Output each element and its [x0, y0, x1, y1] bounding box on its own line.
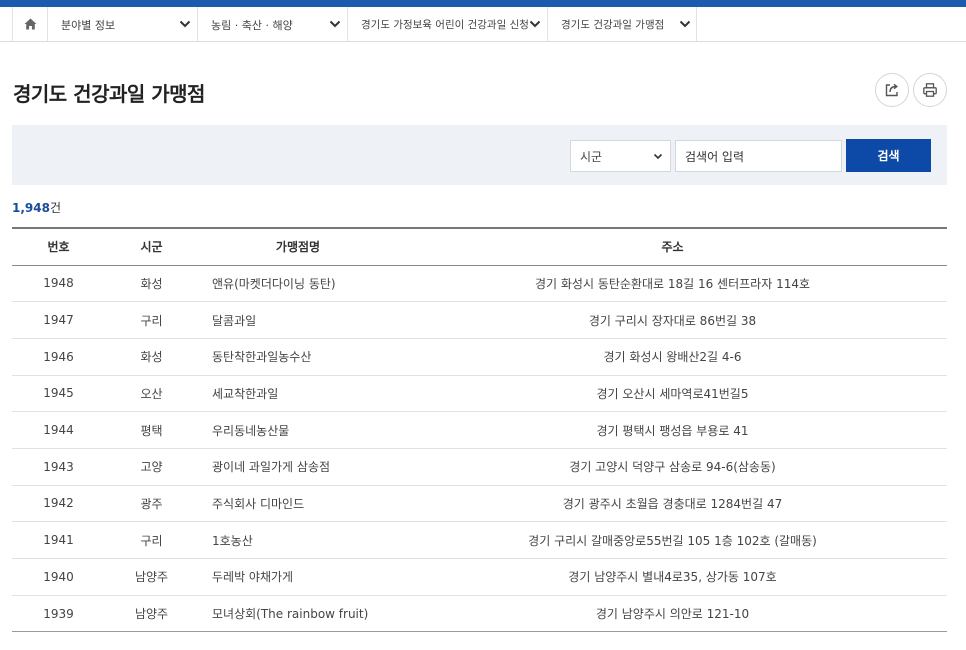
table-row: 1945 오산 세교착한과일 경기 오산시 세마역로41번길5 — [12, 375, 947, 413]
cell-region: 화성 — [105, 265, 198, 303]
table-row: 1947 구리 달콤과일 경기 구리시 장자대로 86번길 38 — [12, 301, 947, 339]
table-row: 1940 남양주 두레박 야채가게 경기 남양주시 별내4로35, 상가동 10… — [12, 558, 947, 596]
chevron-down-icon — [329, 20, 341, 28]
cell-no: 1942 — [12, 485, 105, 523]
cell-no: 1939 — [12, 595, 105, 633]
print-button[interactable] — [913, 73, 947, 107]
col-header-address: 주소 — [398, 227, 947, 266]
cell-address: 경기 남양주시 의안로 121-10 — [398, 595, 947, 633]
breadcrumb: 분야별 정보 농림 · 축산 · 해양 경기도 가정보육 어린이 건강과일 신청… — [0, 7, 966, 42]
cell-address: 경기 오산시 세마역로41번길5 — [398, 375, 947, 413]
store-table: 번호 시군 가맹점명 주소 1948 화성 앤유(마켓더다이닝 동탄) 경기 화… — [12, 227, 947, 633]
home-icon — [24, 18, 36, 30]
cell-no: 1941 — [12, 521, 105, 559]
cell-address: 경기 남양주시 별내4로35, 상가동 107호 — [398, 558, 947, 596]
search-input[interactable]: 검색어 입력 — [675, 140, 842, 172]
table-row: 1944 평택 우리동네농산물 경기 평택시 팽성읍 부용로 41 — [12, 411, 947, 449]
page-title: 경기도 건강과일 가맹점 — [13, 82, 205, 106]
share-button[interactable] — [875, 73, 909, 107]
cell-region: 구리 — [105, 301, 198, 339]
cell-region: 평택 — [105, 411, 198, 449]
cell-region: 남양주 — [105, 595, 198, 633]
col-header-no: 번호 — [12, 227, 105, 266]
col-header-name: 가맹점명 — [198, 227, 398, 266]
col-header-region: 시군 — [105, 227, 198, 266]
cell-address: 경기 화성시 왕배산2길 4-6 — [398, 338, 947, 376]
cell-address: 경기 광주시 초월읍 경충대로 1284번길 47 — [398, 485, 947, 523]
table-row: 1942 광주 주식회사 디마인드 경기 광주시 초월읍 경충대로 1284번길… — [12, 485, 947, 523]
cell-region: 화성 — [105, 338, 198, 376]
region-select-value: 시군 — [580, 149, 603, 164]
cell-address: 경기 구리시 갈매중앙로55번길 105 1층 102호 (갈매동) — [398, 521, 947, 559]
breadcrumb-home[interactable] — [12, 7, 48, 41]
cell-store-name: 동탄착한과일농수산 — [198, 338, 398, 376]
cell-store-name: 주식회사 디마인드 — [198, 485, 398, 523]
chevron-down-icon — [679, 20, 691, 28]
result-count: 1,948건 — [12, 199, 61, 216]
search-input-value: 검색어 입력 — [685, 149, 745, 164]
cell-store-name: 달콤과일 — [198, 301, 398, 339]
share-icon — [885, 83, 898, 97]
top-accent-bar — [0, 0, 966, 7]
chevron-down-icon — [653, 153, 663, 160]
cell-region: 남양주 — [105, 558, 198, 596]
cell-region: 구리 — [105, 521, 198, 559]
breadcrumb-label: 분야별 정보 — [61, 19, 116, 32]
breadcrumb-item-category[interactable]: 분야별 정보 — [48, 7, 198, 41]
cell-region: 고양 — [105, 448, 198, 486]
table-row: 1941 구리 1호농산 경기 구리시 갈매중앙로55번길 105 1층 102… — [12, 521, 947, 559]
chevron-down-icon — [179, 20, 191, 28]
breadcrumb-label: 농림 · 축산 · 해양 — [211, 19, 293, 32]
cell-store-name: 광이네 과일가게 삼송점 — [198, 448, 398, 486]
print-icon — [923, 83, 937, 97]
cell-address: 경기 화성시 동탄순환대로 18길 16 센터프라자 114호 — [398, 265, 947, 303]
cell-region: 오산 — [105, 375, 198, 413]
breadcrumb-label: 경기도 가정보육 어린이 건강과일 신청 — [361, 19, 529, 31]
cell-store-name: 우리동네농산물 — [198, 411, 398, 449]
cell-address: 경기 구리시 장자대로 86번길 38 — [398, 301, 947, 339]
cell-address: 경기 평택시 팽성읍 부용로 41 — [398, 411, 947, 449]
search-button[interactable]: 검색 — [846, 139, 931, 172]
breadcrumb-item-field[interactable]: 농림 · 축산 · 해양 — [198, 7, 348, 41]
cell-no: 1944 — [12, 411, 105, 449]
cell-store-name: 두레박 야채가게 — [198, 558, 398, 596]
table-header-row: 번호 시군 가맹점명 주소 — [12, 227, 947, 266]
cell-no: 1946 — [12, 338, 105, 376]
cell-no: 1940 — [12, 558, 105, 596]
table-row: 1948 화성 앤유(마켓더다이닝 동탄) 경기 화성시 동탄순환대로 18길 … — [12, 265, 947, 303]
chevron-down-icon — [529, 20, 541, 28]
cell-no: 1948 — [12, 265, 105, 303]
region-select[interactable]: 시군 — [570, 140, 671, 172]
cell-no: 1945 — [12, 375, 105, 413]
cell-store-name: 세교착한과일 — [198, 375, 398, 413]
table-row: 1939 남양주 모녀상회(The rainbow fruit) 경기 남양주시… — [12, 595, 947, 633]
breadcrumb-item-service[interactable]: 경기도 가정보육 어린이 건강과일 신청 — [348, 7, 548, 41]
result-count-number: 1,948 — [12, 201, 50, 215]
table-row: 1943 고양 광이네 과일가게 삼송점 경기 고양시 덕양구 삼송로 94-6… — [12, 448, 947, 486]
table-row: 1946 화성 동탄착한과일농수산 경기 화성시 왕배산2길 4-6 — [12, 338, 947, 376]
breadcrumb-item-current[interactable]: 경기도 건강과일 가맹점 — [548, 7, 697, 41]
cell-address: 경기 고양시 덕양구 삼송로 94-6(삼송동) — [398, 448, 947, 486]
cell-no: 1943 — [12, 448, 105, 486]
result-count-unit: 건 — [49, 201, 62, 215]
cell-store-name: 1호농산 — [198, 521, 398, 559]
cell-store-name: 앤유(마켓더다이닝 동탄) — [198, 265, 398, 303]
breadcrumb-label: 경기도 건강과일 가맹점 — [561, 19, 665, 31]
cell-no: 1947 — [12, 301, 105, 339]
cell-region: 광주 — [105, 485, 198, 523]
cell-store-name: 모녀상회(The rainbow fruit) — [198, 595, 398, 633]
